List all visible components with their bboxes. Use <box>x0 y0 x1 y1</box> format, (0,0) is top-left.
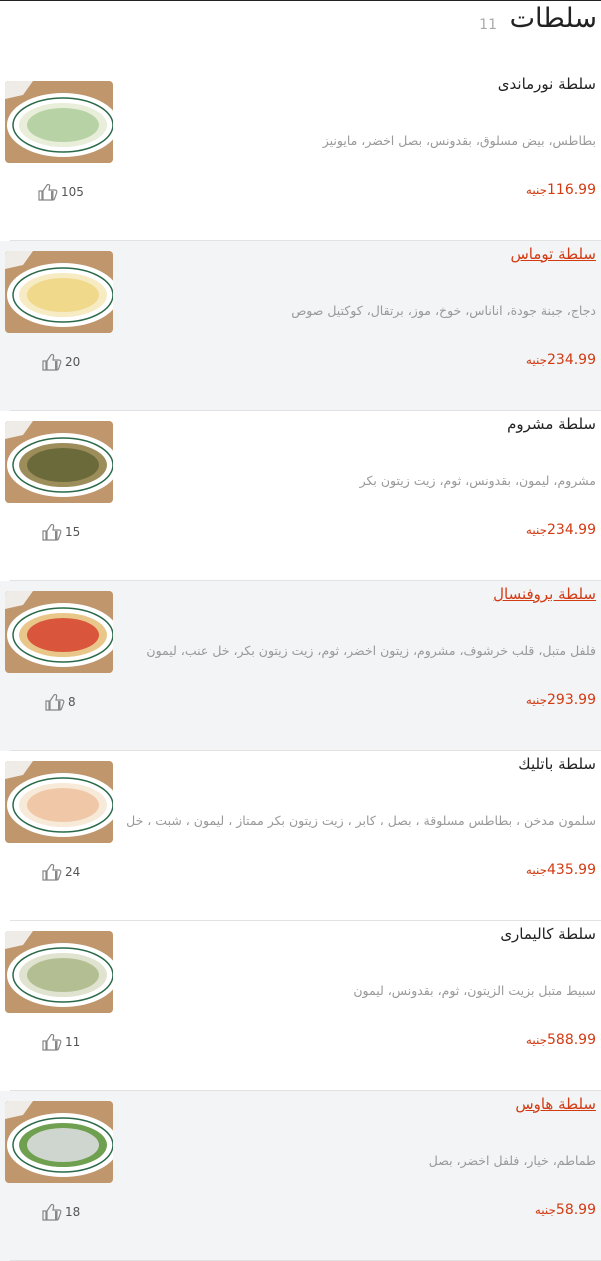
currency-label: جنيه <box>525 863 547 877</box>
dish-name[interactable]: سلطة باتليك <box>518 755 596 773</box>
thumbs-up-icon <box>38 183 58 201</box>
menu-item[interactable]: سلطة مشروم مشروم، ليمون، بقدونس، ثوم، زي… <box>0 411 601 581</box>
dish-description: بطاطس، بيض مسلوق، بقدونس، بصل اخضر، مايو… <box>322 133 596 148</box>
dish-description: سبيط متبل بزيت الزيتون، ثوم، بقدونس، ليم… <box>353 983 596 998</box>
menu-item[interactable]: سلطة بروفنسال فلفل متبل، قلب خرشوف، مشرو… <box>0 581 601 751</box>
price-value: 234.99 <box>547 352 596 368</box>
menu-item[interactable]: سلطة توماس دجاج، جبنة جودة، اناناس، خوخ،… <box>0 241 601 411</box>
dish-description: طماطم، خيار، فلفل اخضر، بصل <box>428 1153 596 1168</box>
dish-description: فلفل متبل، قلب خرشوف، مشروم، زيتون اخضر،… <box>146 643 596 658</box>
dish-image[interactable] <box>5 931 113 1013</box>
dish-price: 588.99جنيه <box>526 1032 596 1048</box>
thumbs-up-icon <box>42 353 62 371</box>
dish-name[interactable]: سلطة مشروم <box>507 415 596 433</box>
price-value: 293.99 <box>547 692 596 708</box>
like-count: 18 <box>65 1205 81 1219</box>
dish-description: مشروم، ليمون، بقدونس، ثوم، زيت زيتون بكر <box>359 473 596 488</box>
price-value: 435.99 <box>547 862 596 878</box>
dish-name[interactable]: سلطة بروفنسال <box>493 585 596 603</box>
dish-image[interactable] <box>5 591 113 673</box>
dish-price: 435.99جنيه <box>526 862 596 878</box>
like-count: 105 <box>61 185 84 199</box>
dish-price: 293.99جنيه <box>526 692 596 708</box>
menu-item[interactable]: سلطة باتليك سلمون مدخن ، بطاطس مسلوقة ، … <box>0 751 601 921</box>
like-button[interactable]: 11 <box>42 1032 80 1052</box>
like-button[interactable]: 15 <box>42 522 80 542</box>
dish-description: دجاج، جبنة جودة، اناناس، خوخ، موز، برتقا… <box>291 303 596 318</box>
dish-description: سلمون مدخن ، بطاطس مسلوقة ، بصل ، كابر ،… <box>126 813 596 828</box>
dish-image[interactable] <box>5 1101 113 1183</box>
currency-label: جنيه <box>525 353 547 367</box>
currency-label: جنيه <box>525 693 547 707</box>
dish-image[interactable] <box>5 761 113 843</box>
like-button[interactable]: 105 <box>38 182 84 202</box>
dish-name[interactable]: سلطة نورماندى <box>498 75 596 93</box>
like-button[interactable]: 8 <box>45 692 76 712</box>
price-value: 116.99 <box>547 182 596 198</box>
thumbs-up-icon <box>42 1033 62 1051</box>
price-value: 58.99 <box>555 1202 596 1218</box>
like-count: 15 <box>65 525 81 539</box>
dish-name[interactable]: سلطة توماس <box>511 245 597 263</box>
thumbs-up-icon <box>42 863 62 881</box>
like-button[interactable]: 20 <box>42 352 80 372</box>
thumbs-up-icon <box>42 1203 62 1221</box>
menu-item[interactable]: سلطة كاليمارى سبيط متبل بزيت الزيتون، ثو… <box>0 921 601 1091</box>
price-value: 234.99 <box>547 522 596 538</box>
page-header: سلطات 11 <box>0 1 601 49</box>
dish-image[interactable] <box>5 251 113 333</box>
dish-price: 234.99جنيه <box>526 352 596 368</box>
like-count: 24 <box>65 865 81 879</box>
thumbs-up-icon <box>42 523 62 541</box>
menu-item[interactable]: سلطة هاوس طماطم، خيار، فلفل اخضر، بصل 58… <box>0 1091 601 1261</box>
like-button[interactable]: 18 <box>42 1202 80 1222</box>
currency-label: جنيه <box>525 1033 547 1047</box>
thumbs-up-icon <box>45 693 65 711</box>
like-count: 8 <box>68 695 76 709</box>
like-count: 11 <box>65 1035 81 1049</box>
currency-label: جنيه <box>525 183 547 197</box>
dish-image[interactable] <box>5 421 113 503</box>
dish-price: 116.99جنيه <box>526 182 596 198</box>
dish-price: 234.99جنيه <box>526 522 596 538</box>
dish-price: 58.99جنيه <box>535 1202 596 1218</box>
menu-item[interactable]: سلطة نورماندى بطاطس، بيض مسلوق، بقدونس، … <box>0 71 601 241</box>
like-button[interactable]: 24 <box>42 862 80 882</box>
like-count: 20 <box>65 355 81 369</box>
price-value: 588.99 <box>547 1032 596 1048</box>
currency-label: جنيه <box>534 1203 556 1217</box>
dish-image[interactable] <box>5 81 113 163</box>
page-title: سلطات <box>509 3 597 34</box>
dish-name[interactable]: سلطة كاليمارى <box>500 925 596 943</box>
currency-label: جنيه <box>525 523 547 537</box>
dish-name[interactable]: سلطة هاوس <box>515 1095 596 1113</box>
item-count: 11 <box>479 17 497 33</box>
